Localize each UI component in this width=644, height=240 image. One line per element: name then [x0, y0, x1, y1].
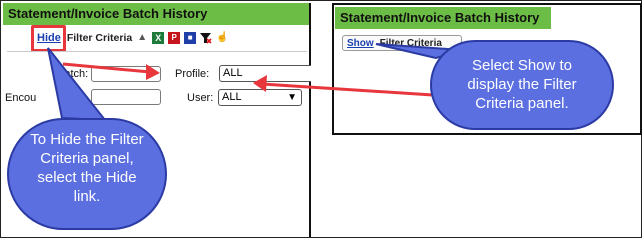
show-arrow-head	[253, 75, 267, 92]
show-callout: Select Show to display the Filter Criter…	[430, 40, 614, 130]
show-arrow-line	[261, 82, 449, 98]
hide-callout: To Hide the Filter Criteria panel, selec…	[7, 118, 167, 230]
hide-arrow-head	[146, 64, 160, 80]
hide-callout-text: To Hide the Filter Criteria panel, selec…	[30, 131, 144, 205]
hide-arrow-line	[62, 62, 151, 74]
show-callout-text: Select Show to display the Filter Criter…	[467, 57, 577, 112]
left-callout-tail	[47, 47, 108, 122]
